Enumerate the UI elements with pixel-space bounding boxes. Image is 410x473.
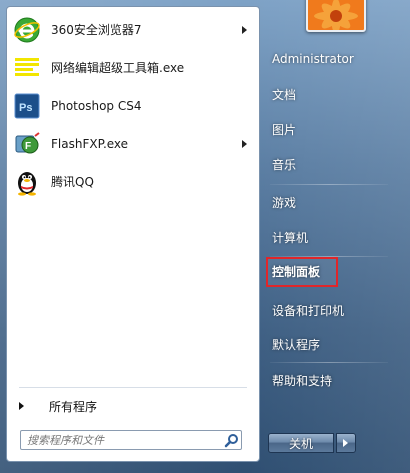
menu-item-documents[interactable]: 文档: [268, 82, 386, 108]
program-item-360-browser[interactable]: 360安全浏览器7: [7, 13, 259, 47]
submenu-arrow-icon[interactable]: [242, 26, 247, 34]
menu-item-help-support[interactable]: 帮助和支持: [268, 368, 386, 394]
menu-item-music[interactable]: 音乐: [268, 152, 386, 178]
program-label: 腾讯QQ: [51, 175, 94, 189]
search-area: [6, 420, 258, 460]
programs-panel: 360安全浏览器7 网络编辑超级工具箱.exe Ps Photoshop CS4…: [6, 6, 260, 462]
svg-text:Ps: Ps: [19, 102, 32, 114]
shutdown-options-button[interactable]: [336, 433, 356, 453]
flashfxp-icon: F: [15, 132, 40, 154]
menu-item-default-programs[interactable]: 默认程序: [268, 332, 386, 358]
menu-item-computer[interactable]: 计算机: [268, 225, 386, 251]
shutdown-button[interactable]: 关机: [268, 433, 334, 453]
menu-item-control-panel[interactable]: 控制面板: [266, 257, 338, 287]
all-programs-button[interactable]: 所有程序: [7, 395, 259, 419]
program-item-photoshop[interactable]: Ps Photoshop CS4: [7, 89, 259, 123]
program-item-flashfxp[interactable]: F FlashFXP.exe: [7, 127, 259, 161]
all-programs-label: 所有程序: [49, 400, 98, 414]
program-label: FlashFXP.exe: [51, 137, 129, 151]
program-label: 网络编辑超级工具箱.exe: [51, 61, 185, 75]
program-label: Photoshop CS4: [51, 99, 142, 113]
search-icon[interactable]: [224, 433, 240, 449]
submenu-arrow-icon[interactable]: [242, 140, 247, 148]
divider: [270, 184, 388, 185]
360-browser-icon: [14, 17, 40, 43]
program-item-toolbox[interactable]: 网络编辑超级工具箱.exe: [7, 51, 259, 85]
program-label: 360安全浏览器7: [51, 23, 142, 37]
expand-arrow-icon: [19, 402, 24, 410]
qq-penguin-icon: [18, 172, 36, 196]
menu-item-pictures[interactable]: 图片: [268, 117, 386, 143]
menu-item-games[interactable]: 游戏: [268, 190, 386, 216]
search-input[interactable]: [20, 430, 242, 450]
flower-avatar-icon: [308, 0, 364, 30]
photoshop-icon: Ps: [14, 93, 40, 119]
menu-item-devices-printers[interactable]: 设备和打印机: [268, 298, 386, 324]
divider: [270, 362, 388, 363]
program-item-qq[interactable]: 腾讯QQ: [7, 165, 259, 199]
user-avatar[interactable]: [306, 0, 366, 32]
divider: [270, 256, 388, 257]
divider: [19, 387, 247, 388]
chevron-right-icon: [343, 439, 348, 447]
svg-text:F: F: [25, 141, 31, 152]
menu-item-user[interactable]: Administrator: [268, 46, 386, 72]
toolbox-app-icon: [15, 58, 39, 76]
